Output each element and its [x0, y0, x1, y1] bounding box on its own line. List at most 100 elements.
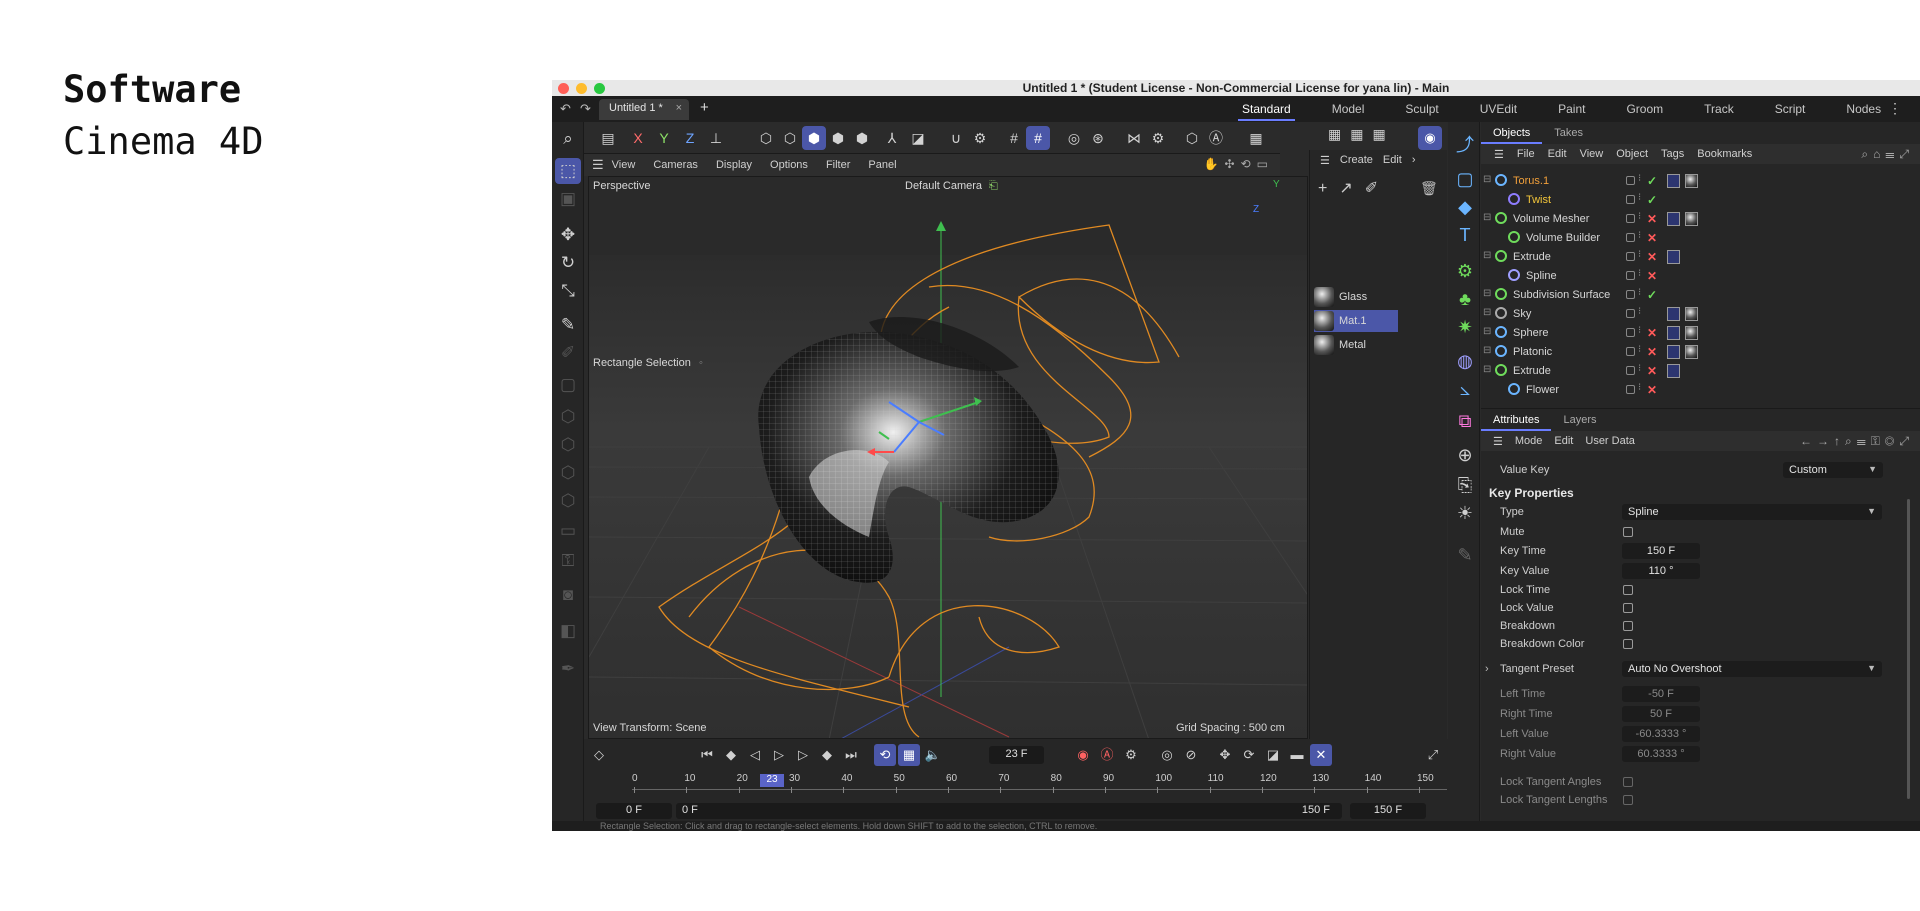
- attributes-menu-item[interactable]: Edit: [1554, 435, 1573, 447]
- points-icon[interactable]: ⬡: [754, 126, 778, 150]
- object-row[interactable]: ⊟ Volume Mesher ⁝ ✕: [1481, 210, 1920, 229]
- text-icon[interactable]: T: [1452, 222, 1478, 248]
- close-tab-icon[interactable]: ×: [676, 102, 682, 114]
- visibility-dots-icon[interactable]: ⁝: [1638, 268, 1641, 279]
- snap-settings-icon[interactable]: ⚙: [968, 126, 992, 150]
- editor-visibility-toggle[interactable]: [1626, 290, 1635, 299]
- editor-visibility-toggle[interactable]: [1626, 328, 1635, 337]
- viewport-menu-item[interactable]: Filter: [826, 159, 850, 171]
- left-value-field[interactable]: -60.3333 °: [1622, 726, 1700, 742]
- phong-tag-icon[interactable]: [1667, 364, 1680, 378]
- tree-expand-icon[interactable]: ⊟: [1483, 345, 1491, 356]
- pla-key-icon[interactable]: ◪: [1262, 744, 1284, 766]
- keyframe-selection-icon[interactable]: ⚙: [1120, 744, 1142, 766]
- render-view-icon[interactable]: ▦: [1244, 126, 1268, 150]
- layout-tab[interactable]: Groom: [1626, 96, 1663, 122]
- visibility-dots-icon[interactable]: ⁝: [1638, 344, 1641, 355]
- editor-visibility-toggle[interactable]: [1626, 233, 1635, 242]
- material-item[interactable]: Mat.1: [1314, 310, 1398, 332]
- enable-toggle-icon[interactable]: ✕: [1647, 250, 1657, 264]
- uv-mode-icon[interactable]: ▭: [555, 518, 581, 544]
- editor-visibility-toggle[interactable]: [1626, 214, 1635, 223]
- render-queue-icon[interactable]: ▦: [1372, 126, 1394, 142]
- layout-tab[interactable]: Track: [1704, 96, 1734, 122]
- undo-icon[interactable]: ↶: [560, 101, 571, 117]
- editor-visibility-toggle[interactable]: [1626, 366, 1635, 375]
- visibility-dots-icon[interactable]: ⁝: [1638, 173, 1641, 184]
- interpolation-icon[interactable]: ✕: [1310, 744, 1332, 766]
- visibility-dots-icon[interactable]: ⁝: [1638, 363, 1641, 374]
- layout-tab[interactable]: Standard: [1238, 96, 1295, 122]
- material-item[interactable]: Glass: [1314, 286, 1398, 308]
- soft-selection-icon[interactable]: ◎: [1062, 126, 1086, 150]
- enable-toggle-icon[interactable]: ✓: [1647, 288, 1657, 302]
- editor-visibility-toggle[interactable]: [1626, 271, 1635, 280]
- brush-icon[interactable]: ✐: [555, 340, 581, 366]
- cloner-icon[interactable]: ♣: [1452, 286, 1478, 312]
- attributes-nav-icons[interactable]: ←→↑⌕☰⚿◎⤢: [1800, 434, 1914, 449]
- grid-icon[interactable]: #: [1002, 126, 1026, 150]
- objects-menu-item[interactable]: File: [1517, 148, 1535, 160]
- z-axis-lock-button[interactable]: Z: [678, 126, 702, 150]
- enable-toggle-icon[interactable]: ✕: [1647, 231, 1657, 245]
- polygons-icon[interactable]: ⬢: [802, 126, 826, 150]
- field-icon[interactable]: ◍: [1452, 348, 1478, 374]
- enable-toggle-icon[interactable]: ✕: [1647, 269, 1657, 283]
- redo-icon[interactable]: ↷: [580, 101, 591, 117]
- range-start-field[interactable]: 0 F: [596, 803, 672, 819]
- tangent-preset-dropdown[interactable]: Auto No Overshoot ▼: [1622, 661, 1882, 677]
- attributes-scrollbar[interactable]: [1907, 499, 1910, 799]
- keyframe-icon[interactable]: ◇: [588, 744, 610, 766]
- material-tag-icon[interactable]: [1685, 326, 1698, 340]
- range-end-field[interactable]: 150 F: [1350, 803, 1426, 819]
- modeling-axis-icon[interactable]: ⬡: [1180, 126, 1204, 150]
- visibility-dots-icon[interactable]: ⁝: [1638, 211, 1641, 222]
- visibility-dots-icon[interactable]: ⁝: [1638, 325, 1641, 336]
- axis-icon[interactable]: ⅄: [880, 126, 904, 150]
- fps-icon[interactable]: ▦: [898, 744, 920, 766]
- y-axis-lock-button[interactable]: Y: [652, 126, 676, 150]
- undo-history-icon[interactable]: ▤: [596, 126, 620, 150]
- rotation-key-icon[interactable]: ⊘: [1180, 744, 1202, 766]
- lock-time-checkbox[interactable]: [1623, 585, 1633, 595]
- editor-visibility-toggle[interactable]: [1626, 252, 1635, 261]
- visibility-dots-icon[interactable]: ⁝: [1638, 382, 1641, 393]
- symmetry-icon[interactable]: ⋈: [1122, 126, 1146, 150]
- pen-disabled-icon[interactable]: ✎: [1452, 542, 1478, 568]
- x-axis-lock-button[interactable]: X: [626, 126, 650, 150]
- viewport-camera-icon[interactable]: ⎗: [989, 180, 998, 193]
- object-icon[interactable]: ⬢: [826, 126, 850, 150]
- viewport-menu-icon[interactable]: ☰: [592, 157, 604, 173]
- editor-visibility-toggle[interactable]: [1626, 176, 1635, 185]
- tree-expand-icon[interactable]: ⊟: [1483, 364, 1491, 375]
- tree-expand-icon[interactable]: ⊟: [1483, 212, 1491, 223]
- rectangle-selection-icon[interactable]: ⬚: [555, 158, 581, 184]
- apply-material-icon[interactable]: ↗: [1339, 180, 1364, 197]
- value-key-dropdown[interactable]: Custom ▼: [1783, 462, 1883, 478]
- material-tag-icon[interactable]: [1685, 345, 1698, 359]
- phong-tag-icon[interactable]: [1667, 250, 1680, 264]
- breakdown-color-checkbox[interactable]: [1623, 639, 1633, 649]
- type-dropdown[interactable]: Spline ▼: [1622, 504, 1882, 520]
- object-row[interactable]: ⊟ Platonic ⁝ ✕: [1481, 343, 1920, 362]
- phong-tag-icon[interactable]: [1667, 212, 1680, 226]
- objects-menu-item[interactable]: Edit: [1548, 148, 1567, 160]
- visibility-dots-icon[interactable]: ⁝: [1638, 249, 1641, 260]
- material-menu-item[interactable]: Create: [1340, 154, 1373, 174]
- lock-value-checkbox[interactable]: [1623, 603, 1633, 613]
- object-row[interactable]: Volume Builder ⁝ ✕: [1481, 229, 1920, 248]
- tree-expand-icon[interactable]: ⊟: [1483, 250, 1491, 261]
- enable-toggle-icon[interactable]: ✕: [1647, 345, 1657, 359]
- sound-icon[interactable]: 🔈: [922, 744, 944, 766]
- objects-menu-item[interactable]: Bookmarks: [1697, 148, 1752, 160]
- visibility-dots-icon[interactable]: ⁝: [1638, 287, 1641, 298]
- current-frame-field[interactable]: 23 F: [989, 746, 1044, 764]
- edges-mode-icon[interactable]: ⬡: [555, 460, 581, 486]
- material-tag-icon[interactable]: [1685, 307, 1698, 321]
- breakdown-checkbox[interactable]: [1623, 621, 1633, 631]
- chevron-right-icon[interactable]: ›: [1485, 663, 1489, 675]
- param-key-icon[interactable]: ⟳: [1238, 744, 1260, 766]
- editor-visibility-toggle[interactable]: [1626, 195, 1635, 204]
- object-row[interactable]: ⊟ Extrude ⁝ ✕: [1481, 248, 1920, 267]
- tree-expand-icon[interactable]: ⊟: [1483, 307, 1491, 318]
